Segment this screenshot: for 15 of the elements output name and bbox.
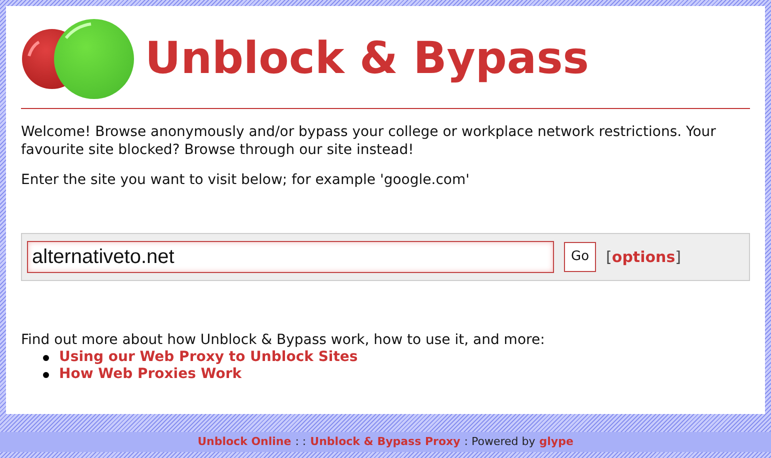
article-link[interactable]: Using our Web Proxy to Unblock Sites [59,349,358,366]
intro-text: Enter the site you want to visit below; for example 'google.com' [21,171,470,189]
intro-text: Welcome! Browse anonymously and/or bypass your college or workplace network restrictions. Your favourite site blocked? Browse through our site instead! [21,123,717,159]
bracket-text: [ [606,246,612,268]
bullet-icon [43,372,49,378]
footer-text: : : [295,434,306,450]
article-link[interactable]: How Web Proxies Work [59,366,242,383]
footer-text: : Powered by [464,434,536,450]
url-input-field[interactable]: alternativeto.net [27,241,554,273]
bracket-text: ] [675,246,682,268]
site-title: Unblock & Bypass [145,37,589,81]
options-link[interactable]: options [612,246,676,268]
bullet-icon [43,354,49,360]
go-button[interactable]: Go [564,242,596,272]
more-info-text: Find out more about how Unblock & Bypass work, how to use it, and more: [21,331,546,349]
